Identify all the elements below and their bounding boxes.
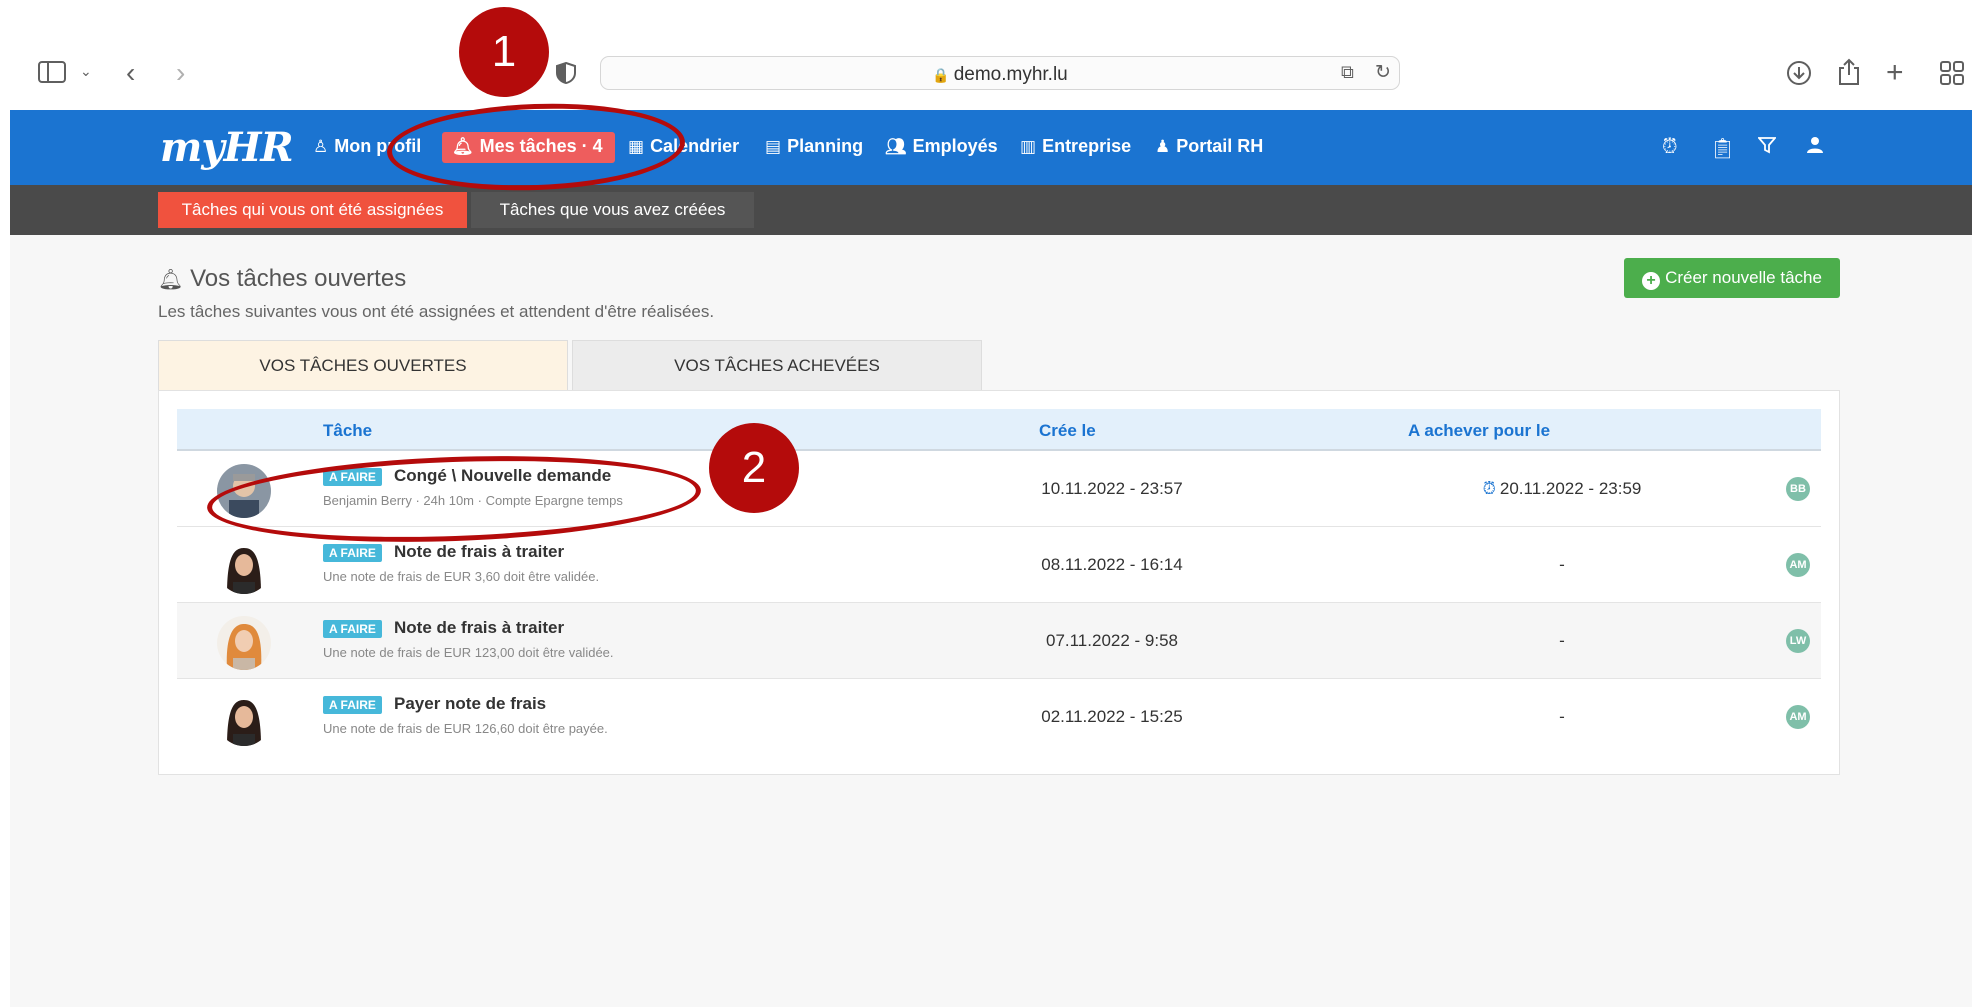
planning-icon: ▤ <box>765 137 782 156</box>
due-date: - <box>1559 631 1565 650</box>
created-date: 07.11.2022 - 9:58 <box>1045 631 1178 650</box>
tab-overview-icon[interactable] <box>1940 61 1964 89</box>
url-text: demo.myhr.lu <box>953 64 1068 85</box>
task-title[interactable]: Note de frais à traiter <box>394 542 564 562</box>
assignee-initials: LW <box>1786 629 1810 653</box>
created-date: 10.11.2022 - 23:57 <box>1041 479 1183 498</box>
main-navbar: myHR ♙ Mon profil 🔔︎ Mes tâches · 4 ▦ Calen… <box>10 110 1972 185</box>
table-row[interactable]: A FAIRE Note de frais à traiter Une note… <box>177 603 1821 679</box>
create-task-button[interactable]: + Créer nouvelle tâche <box>1624 258 1840 298</box>
status-badge: A FAIRE <box>323 696 382 714</box>
col-header-task[interactable]: Tâche <box>323 421 372 441</box>
nav-entreprise[interactable]: ▥ Entreprise <box>1020 136 1131 157</box>
due-date: - <box>1559 707 1565 726</box>
subtab-assigned[interactable]: Tâches qui vous ont été assignées <box>158 192 467 228</box>
page-title-text: Vos tâches ouvertes <box>190 265 407 292</box>
assignee-initials: BB <box>1786 477 1810 501</box>
due-date: ⏰︎ 20.11.2022 - 23:59 <box>1412 479 1712 499</box>
user-icon: ♙ <box>313 137 329 156</box>
browser-toolbar: ⌄ ‹ › 🔒 demo.myhr.lu ⧉ ↻ + <box>0 0 1972 110</box>
assignee-initials: AM <box>1786 705 1810 729</box>
col-header-due[interactable]: A achever pour le <box>1408 421 1550 441</box>
create-task-label: Créer nouvelle tâche <box>1665 268 1822 287</box>
users-icon: 👥︎ <box>885 137 907 156</box>
forward-icon[interactable]: › <box>176 59 185 87</box>
alarm-icon: ⏰︎ <box>1482 479 1496 498</box>
page-subtitle: Les tâches suivantes vous ont été assign… <box>158 302 715 321</box>
account-icon[interactable] <box>1806 136 1824 160</box>
due-date-text: 20.11.2022 - 23:59 <box>1499 479 1642 498</box>
status-badge: A FAIRE <box>323 544 382 562</box>
nav-portail-rh[interactable]: ♟ Portail RH <box>1155 136 1263 157</box>
task-subnav: Tâches qui vous ont été assignées Tâches… <box>10 185 1972 235</box>
task-title[interactable]: Payer note de frais <box>394 694 546 714</box>
alarm-icon[interactable]: ⏰︎ <box>1662 136 1678 159</box>
address-bar[interactable]: 🔒 demo.myhr.lu ⧉ ↻ <box>600 56 1400 90</box>
sidebar-icon[interactable] <box>38 61 66 87</box>
plus-circle-icon: + <box>1642 272 1661 290</box>
annotation-marker-1: 1 <box>459 7 549 97</box>
task-title[interactable]: Note de frais à traiter <box>394 618 564 638</box>
due-date: - <box>1559 555 1565 574</box>
bell-icon: 🔔︎ <box>158 269 184 291</box>
created-date: 08.11.2022 - 16:14 <box>1041 555 1183 574</box>
col-header-created[interactable]: Crée le <box>1039 421 1096 441</box>
shield-icon[interactable] <box>556 61 576 88</box>
translate-icon[interactable]: ⧉ <box>1341 63 1354 81</box>
nav-label: Entreprise <box>1042 136 1132 156</box>
page-title: 🔔︎ Vos tâches ouvertes <box>158 265 406 293</box>
avatar <box>217 540 271 594</box>
tab-open-tasks[interactable]: VOS TÂCHES OUVERTES <box>158 340 568 390</box>
reload-icon[interactable]: ↻ <box>1375 63 1391 82</box>
nav-employes[interactable]: 👥︎ Employés <box>885 136 998 157</box>
assignee-initials: AM <box>1786 553 1810 577</box>
table-header: Tâche Crée le A achever pour le <box>177 409 1821 451</box>
nav-planning[interactable]: ▤ Planning <box>765 136 863 157</box>
clipboard-icon[interactable]: 📋︎ <box>1710 136 1735 161</box>
lock-icon: 🔒 <box>932 67 950 83</box>
created-date: 02.11.2022 - 15:25 <box>1041 707 1183 726</box>
task-subtitle: Une note de frais de EUR 126,60 doit êtr… <box>323 721 608 736</box>
app-logo[interactable]: myHR <box>160 124 294 171</box>
annotation-marker-2: 2 <box>709 423 799 513</box>
chevron-down-icon[interactable]: ⌄ <box>80 64 92 78</box>
filter-icon[interactable] <box>1757 136 1777 160</box>
nav-label: Employés <box>912 136 998 156</box>
status-badge: A FAIRE <box>323 620 382 638</box>
portal-icon: ♟ <box>1155 137 1171 156</box>
subtab-created[interactable]: Tâches que vous avez créées <box>471 192 754 228</box>
new-tab-icon[interactable]: + <box>1886 58 1904 88</box>
download-icon[interactable] <box>1786 60 1812 90</box>
back-icon[interactable]: ‹ <box>126 59 135 87</box>
table-row[interactable]: A FAIRE Payer note de frais Une note de … <box>177 679 1821 755</box>
share-icon[interactable] <box>1838 58 1860 90</box>
task-subtitle: Une note de frais de EUR 3,60 doit être … <box>323 569 600 584</box>
avatar <box>217 692 271 746</box>
avatar <box>217 616 271 670</box>
tab-completed-tasks[interactable]: VOS TÂCHES ACHEVÉES <box>572 340 982 390</box>
building-icon: ▥ <box>1020 137 1037 156</box>
nav-label: Portail RH <box>1176 136 1264 156</box>
nav-label: Planning <box>787 136 864 156</box>
task-subtitle: Une note de frais de EUR 123,00 doit êtr… <box>323 645 614 660</box>
